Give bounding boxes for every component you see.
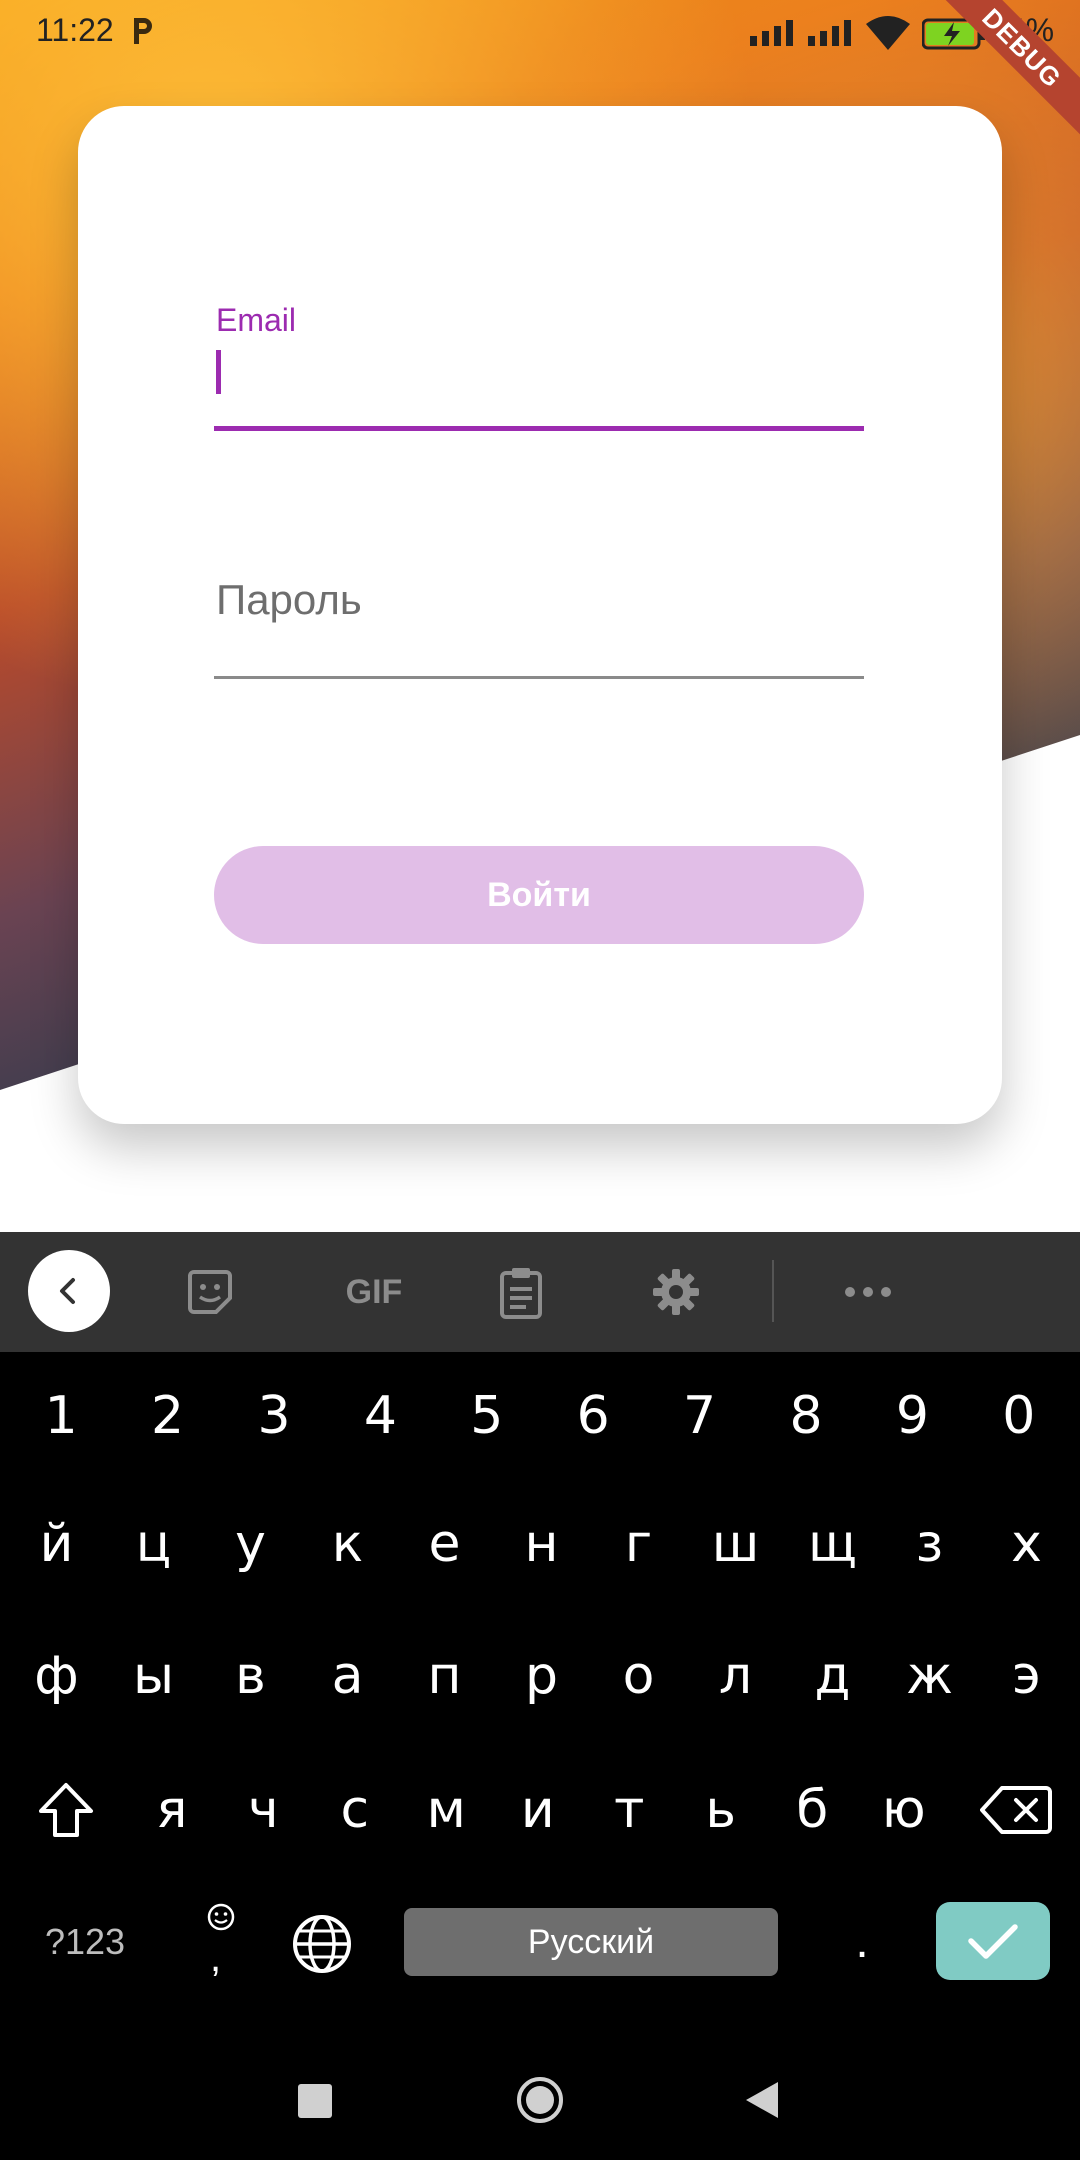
navigation-bar [0, 2040, 1080, 2160]
key-row-3: ячсмитьбю [0, 1760, 1080, 1860]
chevron-left-icon[interactable] [28, 1250, 110, 1332]
key[interactable]: ь [675, 1760, 767, 1860]
key[interactable]: с [309, 1760, 401, 1860]
key[interactable]: ж [881, 1626, 978, 1726]
key[interactable]: 7 [646, 1366, 752, 1466]
key[interactable]: 2 [114, 1366, 220, 1466]
key[interactable]: 8 [753, 1366, 859, 1466]
key[interactable]: к [299, 1494, 396, 1594]
key[interactable]: у [202, 1494, 299, 1594]
email-underline [214, 426, 864, 431]
key[interactable]: ц [105, 1494, 202, 1594]
key[interactable]: з [881, 1494, 978, 1594]
password-underline [214, 676, 864, 679]
key[interactable]: м [401, 1760, 493, 1860]
key-row-bottom: ?123 , Русский . [0, 1892, 1080, 1992]
recents-icon[interactable] [298, 2084, 332, 2118]
key[interactable]: п [396, 1626, 493, 1726]
symbols-key[interactable]: ?123 [30, 1892, 140, 1992]
shift-key[interactable] [28, 1760, 104, 1860]
key[interactable]: 9 [859, 1366, 965, 1466]
status-bar: 11:22 94% DEBUG [0, 0, 1080, 155]
toolbar-divider [772, 1260, 774, 1322]
key[interactable]: й [8, 1494, 105, 1594]
key[interactable]: е [396, 1494, 493, 1594]
comma-key[interactable]: , [196, 1892, 246, 1992]
key[interactable]: ш [687, 1494, 784, 1594]
wifi-icon [866, 16, 910, 50]
globe-icon[interactable] [290, 1912, 354, 1976]
key-row-numbers: 1234567890 [0, 1366, 1080, 1466]
password-label: Пароль [216, 576, 362, 623]
key[interactable]: г [590, 1494, 687, 1594]
home-icon[interactable] [516, 2076, 564, 2124]
enter-key[interactable] [936, 1902, 1050, 1980]
key[interactable]: т [584, 1760, 676, 1860]
status-time: 11:22 [36, 12, 114, 48]
key[interactable]: ф [8, 1626, 105, 1726]
back-icon[interactable] [744, 2080, 780, 2120]
text-cursor [216, 350, 221, 394]
gif-button[interactable]: GIF [330, 1258, 418, 1326]
key[interactable]: д [784, 1626, 881, 1726]
key-row-2: фывапролджэ [0, 1626, 1080, 1726]
key[interactable]: и [492, 1760, 584, 1860]
space-key[interactable]: Русский [404, 1908, 778, 1976]
key[interactable]: э [978, 1626, 1075, 1726]
key[interactable]: ы [105, 1626, 202, 1726]
key[interactable]: 4 [327, 1366, 433, 1466]
key-row-1: йцукенгшщзх [0, 1494, 1080, 1594]
key[interactable]: а [299, 1626, 396, 1726]
key[interactable]: х [978, 1494, 1075, 1594]
key[interactable]: 5 [434, 1366, 540, 1466]
key[interactable]: о [590, 1626, 687, 1726]
key[interactable]: р [493, 1626, 590, 1726]
comma-label: , [210, 1936, 222, 1980]
clipboard-icon[interactable] [487, 1258, 555, 1326]
p-app-icon [134, 18, 152, 44]
key[interactable]: 0 [966, 1366, 1072, 1466]
keyboard: GIF 1234567890 йцукенгшщзх фывапролджэ я… [0, 1232, 1080, 2160]
period-key[interactable]: . [842, 1892, 882, 1992]
sticker-icon[interactable] [176, 1258, 244, 1326]
email-field[interactable]: Email [214, 302, 864, 442]
key[interactable]: в [202, 1626, 299, 1726]
key[interactable]: н [493, 1494, 590, 1594]
key[interactable]: щ [784, 1494, 881, 1594]
gear-icon[interactable] [642, 1258, 710, 1326]
login-card: Email Пароль Войти [78, 106, 1002, 1124]
key[interactable]: я [126, 1760, 218, 1860]
key[interactable]: ч [218, 1760, 310, 1860]
backspace-key[interactable] [976, 1760, 1056, 1860]
key[interactable]: 1 [8, 1366, 114, 1466]
login-button[interactable]: Войти [214, 846, 864, 944]
key[interactable]: ю [858, 1760, 950, 1860]
email-label: Email [216, 302, 297, 338]
key[interactable]: 3 [221, 1366, 327, 1466]
signal-icon [808, 20, 851, 46]
key[interactable]: л [687, 1626, 784, 1726]
password-field[interactable]: Пароль [214, 566, 864, 686]
key[interactable]: б [767, 1760, 859, 1860]
keyboard-toolbar: GIF [0, 1232, 1080, 1352]
key[interactable]: 6 [540, 1366, 646, 1466]
gif-label: GIF [345, 1272, 403, 1311]
signal-icon [750, 20, 793, 46]
more-icon[interactable] [834, 1258, 902, 1326]
